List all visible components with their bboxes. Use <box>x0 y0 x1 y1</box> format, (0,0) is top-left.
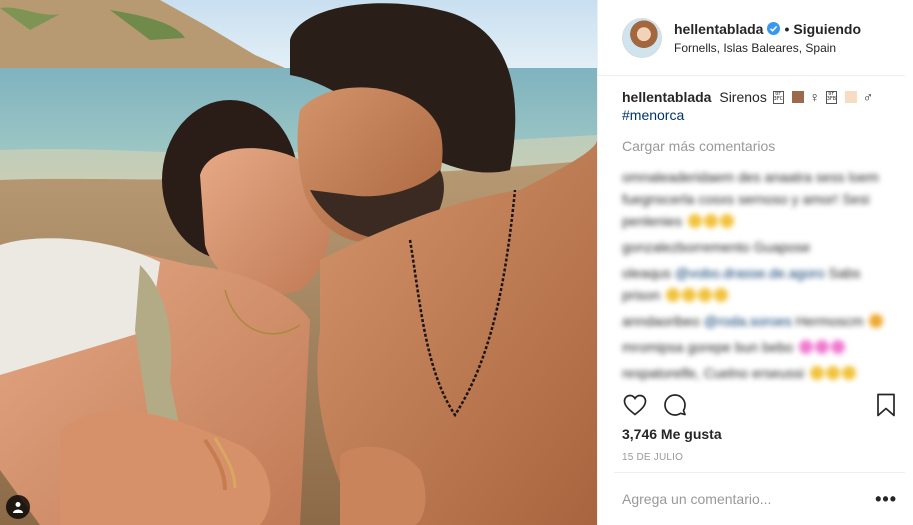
female-symbol: ♀ <box>809 89 821 105</box>
comment-tail: Hermoscm <box>795 313 864 329</box>
emoji-icon <box>799 340 814 354</box>
bookmark-icon <box>877 393 895 417</box>
likes-count[interactable]: 3,746 Me gusta <box>622 426 722 442</box>
missing-glyph-icon: 0F 3FB <box>825 91 837 104</box>
header-username-link[interactable]: hellentablada <box>674 21 763 37</box>
emoji-icon <box>815 340 830 354</box>
blurred-comment-list: omnaleaderidaem des anaatra sess loem fu… <box>622 166 897 384</box>
header-text: hellentablada • Siguiendo Fornells, Isla… <box>674 21 861 55</box>
emoji-icon <box>703 214 718 228</box>
checkmark-icon <box>770 25 778 32</box>
photo-illustration <box>0 0 597 525</box>
post-photo[interactable] <box>0 0 597 525</box>
male-symbol: ♂ <box>862 89 874 105</box>
caption-text: Sirenos <box>719 89 767 105</box>
comments-section: hellentablada Sirenos 0F 3FC ♀ 0F 3FB ♂ #m… <box>598 76 913 390</box>
comment-text: mromipsa gorepe bun bebo <box>622 339 794 355</box>
emoji-icon <box>842 366 856 380</box>
comment-text: gonzalezborremento Guapose <box>622 239 811 255</box>
emoji-icon <box>666 288 681 302</box>
add-comment-bar: ••• <box>614 472 905 525</box>
comment-text: respatorelfe, Cuelno erseussi <box>622 365 805 381</box>
more-options-button[interactable]: ••• <box>875 489 897 510</box>
emoji-icon <box>682 288 697 302</box>
comment-button[interactable] <box>662 392 688 418</box>
comment-bubble-icon <box>664 394 686 416</box>
emoji-icon <box>831 340 846 354</box>
header-line: hellentablada • Siguiendo <box>674 21 861 37</box>
skin-tone-swatch <box>844 91 857 103</box>
skin-tone-swatch <box>791 91 804 103</box>
save-button[interactable] <box>873 392 899 418</box>
comment-item: anndaoribeo @roda.soroes Hermoscm <box>622 310 897 332</box>
missing-glyph-icon: 0F 3FC <box>772 91 784 104</box>
comment-text: anndaoribeo <box>622 313 700 329</box>
comment-text: oleaqus <box>622 265 672 281</box>
caption-username-link[interactable]: hellentablada <box>622 89 711 105</box>
comment-item: oleaqus @vobo.drasse.de.agoro Sabs priso… <box>622 262 897 306</box>
comment-item: gonzalezborremento Guapose <box>622 236 897 258</box>
location-link[interactable]: Fornells, Islas Baleares, Spain <box>674 41 861 55</box>
emoji-icon <box>698 288 713 302</box>
caption: hellentablada Sirenos 0F 3FC ♀ 0F 3FB ♂ #m… <box>622 88 897 124</box>
person-tag-glyph <box>13 502 23 513</box>
heart-icon <box>623 394 647 416</box>
action-bar <box>622 390 899 420</box>
emoji-icon <box>687 214 702 228</box>
comment-item: mromipsa gorepe bun bebo <box>622 336 897 358</box>
comment-tail: fuegnscerla cosxs sernoso y amor! Sesi p… <box>622 191 870 229</box>
like-button[interactable] <box>622 392 648 418</box>
comment-text: omnaleaderidaem des anaatra sess loem <box>622 169 879 185</box>
emoji-icon <box>719 214 734 228</box>
hashtag-link[interactable]: #menorca <box>622 107 684 123</box>
comment-item: omnaleaderidaem des anaatra sess loem fu… <box>622 166 897 232</box>
emoji-icon <box>714 288 729 302</box>
post-side-panel: hellentablada • Siguiendo Fornells, Isla… <box>597 0 913 525</box>
comment-mention-link[interactable]: @roda.soroes <box>704 313 792 329</box>
emoji-icon <box>826 366 840 380</box>
post-date[interactable]: 15 DE JULIO <box>622 452 683 463</box>
comment-input[interactable] <box>622 491 876 507</box>
comment-item: respatorelfe, Cuelno erseussi <box>622 362 897 384</box>
header-separator: • <box>784 20 790 37</box>
following-button[interactable]: Siguiendo <box>793 21 861 37</box>
post-header: hellentablada • Siguiendo Fornells, Isla… <box>598 0 905 76</box>
comment-mention-link[interactable]: @vobo.drasse.de.agoro <box>675 265 825 281</box>
person-tag-icon[interactable] <box>6 495 30 519</box>
load-more-comments-button[interactable]: Cargar más comentarios <box>622 138 897 154</box>
verified-badge-icon <box>767 22 781 35</box>
avatar[interactable] <box>622 17 662 58</box>
emoji-icon <box>810 366 824 380</box>
emoji-icon <box>869 314 884 328</box>
